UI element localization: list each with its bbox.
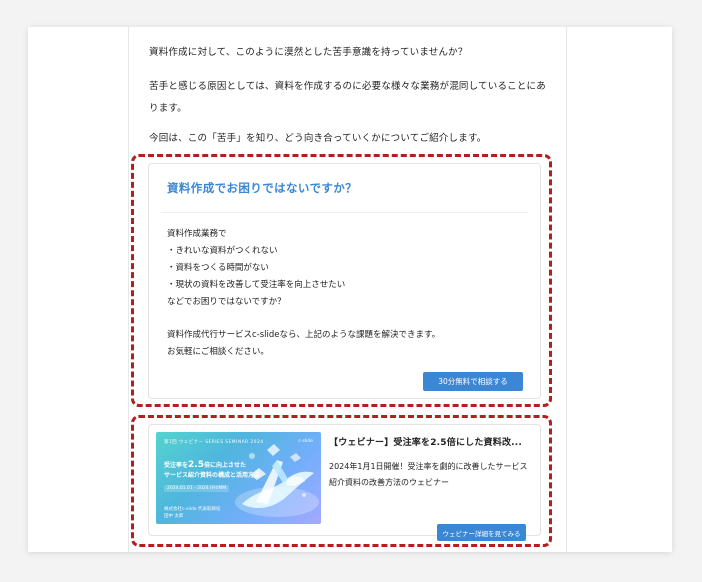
webinar-thumbnail[interactable]: 第1回 ウェビナー SERIES SEMINAR 2024 c-slide 受注… [156, 432, 321, 524]
callout-body: 資料作成業務で ・きれいな資料がつくれない ・資料をつくる時間がない ・現状の資… [167, 226, 527, 361]
article-paragraph: 苦手と感じる原因としては、資料を作成するのに必要な様々な業務が混同していることに… [149, 81, 546, 114]
webinar-description: 2024年1月1日開催！受注率を劇的に改善したサービス紹介資料の改善方法のウェビ… [329, 462, 528, 487]
callout-body-spacer [167, 311, 527, 327]
callout-body-line: などでお困りではないですか？ [167, 297, 286, 307]
article-page: 資料作成に対して、このように漠然とした苦手意識を持っていませんか？ 苦手と感じる… [28, 27, 672, 552]
callout-body-line: ・きれいな資料がつくれない [167, 246, 278, 256]
thumbnail-heading-suffix: 倍に向上させた [203, 462, 246, 469]
webinar-title[interactable]: 【ウェビナー】受注率を2.5倍にした資料改... [329, 435, 529, 448]
callout-body-line: ・現状の資料を改善して受注率を向上させたい [167, 280, 346, 290]
callout-title: 資料作成でお困りではないですか？ [167, 181, 358, 195]
thumbnail-heading: 受注率を2.5倍に向上させた サービス紹介資料の構成と活用方法 [164, 460, 260, 481]
thumbnail-logo: c-slide [298, 439, 313, 444]
callout-divider [161, 212, 528, 213]
callout-body-line: お気軽にご相談ください。 [167, 347, 269, 357]
callout-body-line: 資料作成代行サービスc-slideなら、上記のような課題を解決できます。 [167, 330, 441, 340]
consultation-callout: 資料作成でお困りではないですか？ 資料作成業務で ・きれいな資料がつくれない ・… [148, 163, 541, 399]
article-paragraph: 今回は、この「苦手」を知り、どう向き合っていくかについてご紹介します。 [149, 133, 487, 144]
free-consultation-button[interactable]: 30分無料で相談する [423, 372, 523, 391]
thumbnail-heading-number: 2.5 [188, 460, 204, 470]
thumbnail-dates: 2024.01.01 - 2024 HH:MM [164, 485, 230, 492]
article-paragraph: 資料作成に対して、このように漠然とした苦手意識を持っていませんか？ [149, 47, 468, 58]
thumbnail-organizer: 株式会社c-slide 代表取締役 田中 太郎 [164, 507, 221, 519]
thumbnail-series-label: 第1回 ウェビナー SERIES SEMINAR 2024 [164, 440, 264, 445]
thumbnail-heading-prefix: 受注率を [164, 462, 189, 469]
webinar-card: 第1回 ウェビナー SERIES SEMINAR 2024 c-slide 受注… [148, 424, 541, 541]
callout-body-line: ・資料をつくる時間がない [167, 263, 269, 273]
callout-body-line: 資料作成業務で [167, 229, 227, 239]
thumbnail-heading-line2: サービス紹介資料の構成と活用方法 [164, 472, 261, 479]
webinar-details-button[interactable]: ウェビナー詳細を見てみる [437, 524, 526, 541]
